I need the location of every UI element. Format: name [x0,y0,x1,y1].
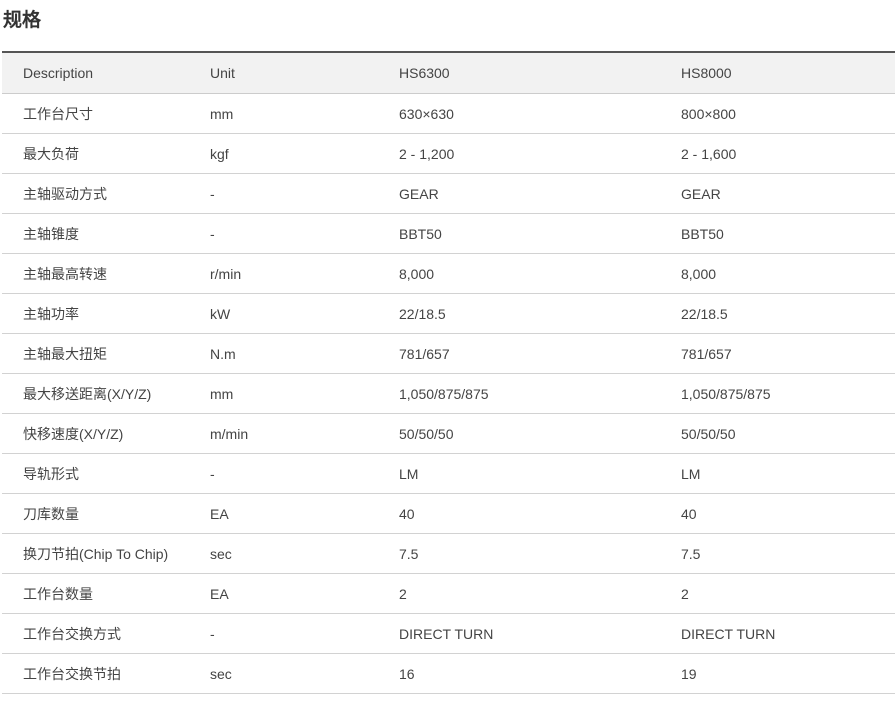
table-row: 最大负荷 kgf 2 - 1,200 2 - 1,600 [2,133,895,174]
table-row: 主轴最大扭矩 N.m 781/657 781/657 [2,333,895,374]
spec-hs6300-value: 7.5 [379,533,661,574]
spec-description-cell: 快移速度(X/Y/Z) [2,413,192,454]
spec-hs8000-value: DIRECT TURN [661,613,895,654]
spec-hs6300-value: 1,050/875/875 [379,373,661,414]
spec-unit-cell: EA [192,573,379,614]
table-row: 主轴最高转速 r/min 8,000 8,000 [2,253,895,294]
page-title: 规格 [3,9,42,31]
table-row: 工作台交换节拍 sec 16 19 [2,653,895,694]
header-row: Description Unit HS6300 HS8000 [2,52,895,94]
table-row: 工作台尺寸 mm 630×630 800×800 [2,93,895,134]
spec-hs8000-value: 8,000 [661,253,895,294]
table-row: 快移速度(X/Y/Z) m/min 50/50/50 50/50/50 [2,413,895,454]
spec-unit-cell: - [192,453,379,494]
spec-hs8000-value: 22/18.5 [661,293,895,334]
spec-description-cell: 主轴驱动方式 [2,173,192,214]
spec-description-cell: 工作台交换方式 [2,613,192,654]
spec-description-cell: 主轴最高转速 [2,253,192,294]
column-header-unit: Unit [210,65,235,81]
spec-unit-cell: sec [192,653,379,694]
spec-unit-cell: N.m [192,333,379,374]
spec-description-cell: 最大移送距离(X/Y/Z) [2,373,192,414]
spec-unit-cell: - [192,213,379,254]
spec-unit-cell: mm [192,373,379,414]
spec-description-cell: 工作台数量 [2,573,192,614]
spec-hs8000-value: 2 - 1,600 [661,133,895,174]
table-row: 主轴锥度 - BBT50 BBT50 [2,213,895,254]
spec-description-cell: 换刀节拍(Chip To Chip) [2,533,192,574]
spec-description-cell: 主轴锥度 [2,213,192,254]
column-header-hs8000: HS8000 [681,65,732,81]
spec-unit-cell: kgf [192,133,379,174]
spec-hs8000-value: 7.5 [661,533,895,574]
spec-unit-cell: - [192,613,379,654]
spec-hs8000-value: 40 [661,493,895,534]
spec-description-cell: 最大负荷 [2,133,192,174]
spec-description-cell: 导轨形式 [2,453,192,494]
spec-description-cell: 工作台交换节拍 [2,653,192,694]
spec-hs6300-value: 22/18.5 [379,293,661,334]
spec-hs6300-value: 8,000 [379,253,661,294]
table-row: 主轴驱动方式 - GEAR GEAR [2,173,895,214]
spec-table-header: Description Unit HS6300 HS8000 [2,52,895,94]
spec-description-cell: 刀库数量 [2,493,192,534]
spec-table-body: 工作台尺寸 mm 630×630 800×800 最大负荷 kgf 2 - 1,200 2 -… [2,93,895,694]
spec-unit-cell: kW [192,293,379,334]
spec-hs6300-value: LM [379,453,661,494]
spec-hs6300-value: BBT50 [379,213,661,254]
spec-hs6300-value: 630×630 [379,93,661,134]
spec-unit-cell: EA [192,493,379,534]
spec-unit-cell: sec [192,533,379,574]
spec-hs8000-value: 1,050/875/875 [661,373,895,414]
spec-hs8000-value: LM [661,453,895,494]
spec-hs8000-value: 19 [661,653,895,694]
table-row: 导轨形式 - LM LM [2,453,895,494]
spec-hs6300-value: DIRECT TURN [379,613,661,654]
spec-hs8000-value: 800×800 [661,93,895,134]
spec-hs6300-value: 50/50/50 [379,413,661,454]
column-header-hs6300: HS6300 [399,65,450,81]
spec-hs8000-value: 781/657 [661,333,895,374]
spec-hs6300-value: 16 [379,653,661,694]
table-row: 最大移送距离(X/Y/Z) mm 1,050/875/875 1,050/875/87… [2,373,895,414]
spec-description-cell: 主轴功率 [2,293,192,334]
spec-hs6300-value: 2 - 1,200 [379,133,661,174]
spec-description-cell: 工作台尺寸 [2,93,192,134]
spec-unit-cell: mm [192,93,379,134]
spec-hs6300-value: 2 [379,573,661,614]
spec-description-cell: 主轴最大扭矩 [2,333,192,374]
spec-table: Description Unit HS6300 HS8000 工作台尺寸 mm 63… [2,51,895,694]
table-row: 工作台数量 EA 2 2 [2,573,895,614]
table-row: 刀库数量 EA 40 40 [2,493,895,534]
table-row: 换刀节拍(Chip To Chip) sec 7.5 7.5 [2,533,895,574]
spec-hs8000-value: GEAR [661,173,895,214]
spec-hs8000-value: 50/50/50 [661,413,895,454]
spec-hs8000-value: 2 [661,573,895,614]
spec-unit-cell: m/min [192,413,379,454]
spec-hs6300-value: 781/657 [379,333,661,374]
spec-unit-cell: r/min [192,253,379,294]
spec-hs6300-value: GEAR [379,173,661,214]
column-header-description: Description [23,65,94,81]
table-row: 主轴功率 kW 22/18.5 22/18.5 [2,293,895,334]
spec-hs8000-value: BBT50 [661,213,895,254]
spec-unit-cell: - [192,173,379,214]
spec-hs6300-value: 40 [379,493,661,534]
table-row: 工作台交换方式 - DIRECT TURN DIRECT TURN [2,613,895,654]
